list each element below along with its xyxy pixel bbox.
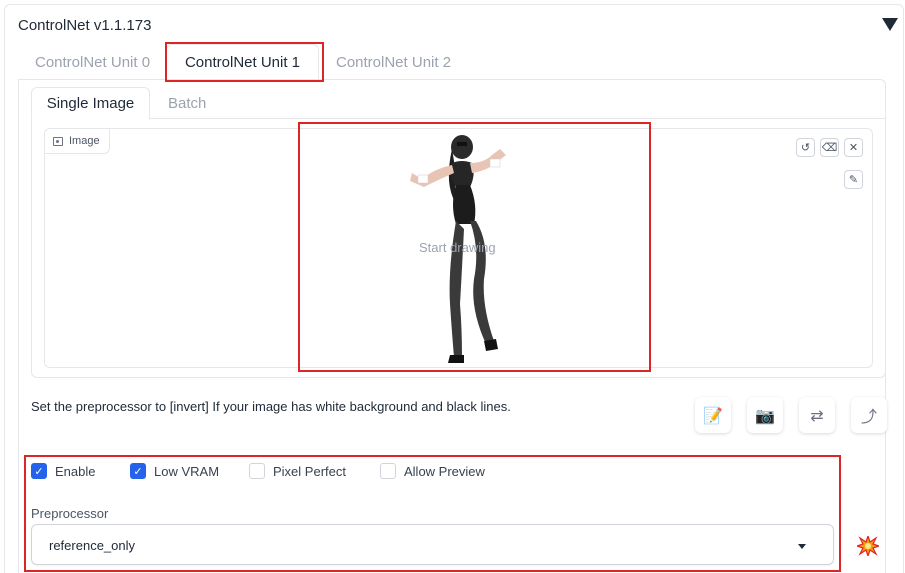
tab-batch[interactable]: Batch — [168, 95, 206, 112]
checkbox-label: Enable — [55, 463, 96, 479]
low-vram-checkbox[interactable]: ✓ Low VRAM — [130, 462, 219, 480]
preprocessor-label: Preprocessor — [31, 506, 109, 521]
camera-icon[interactable]: 📷 — [747, 397, 783, 433]
checkbox-box[interactable] — [249, 463, 265, 479]
checkbox-box[interactable]: ✓ — [31, 463, 47, 479]
camera-glyph: 📷 — [755, 405, 775, 425]
preprocessor-dropdown[interactable]: reference_only — [31, 524, 834, 565]
pixel-perfect-checkbox[interactable]: Pixel Perfect — [249, 462, 346, 480]
eraser-icon[interactable]: ⌫ — [820, 138, 839, 157]
image-label: Image — [45, 129, 110, 154]
image-icon — [53, 136, 63, 146]
notepad-icon[interactable]: 📝 — [695, 397, 731, 433]
panel-title[interactable]: ControlNet v1.1.173 — [18, 17, 151, 34]
undo-icon[interactable]: ↺ — [796, 138, 815, 157]
brush-icon[interactable]: ✎ — [844, 170, 863, 189]
chevron-down-icon — [798, 544, 806, 549]
hint-text: Set the preprocessor to [invert] If your… — [31, 399, 511, 414]
tab-controlnet-unit-2[interactable]: ControlNet Unit 2 — [336, 54, 451, 71]
enable-checkbox[interactable]: ✓ Enable — [31, 462, 95, 480]
checkbox-label: Allow Preview — [404, 463, 485, 479]
preprocessor-value: reference_only — [49, 538, 135, 553]
tab-controlnet-unit-0[interactable]: ControlNet Unit 0 — [35, 54, 150, 71]
triangle-down-icon[interactable] — [882, 18, 898, 31]
notepad-glyph: 📝 — [703, 405, 723, 425]
checkbox-label: Pixel Perfect — [273, 463, 346, 479]
close-icon[interactable]: ✕ — [844, 138, 863, 157]
allow-preview-checkbox[interactable]: Allow Preview — [380, 462, 485, 480]
tab-controlnet-unit-1[interactable]: ControlNet Unit 1 — [166, 44, 319, 80]
image-label-text: Image — [69, 135, 100, 147]
curved-arrow-glyph: ⤴ — [860, 407, 877, 426]
checkbox-box[interactable]: ✓ — [130, 463, 146, 479]
explosion-icon[interactable] — [857, 536, 879, 556]
checkbox-box[interactable] — [380, 463, 396, 479]
swap-glyph: ⇄ — [810, 405, 824, 425]
tab-single-image[interactable]: Single Image — [31, 87, 150, 120]
curved-arrow-icon[interactable]: ⤴ — [851, 397, 887, 433]
checkbox-label: Low VRAM — [154, 463, 220, 479]
canvas-placeholder: Start drawing — [419, 240, 496, 255]
swap-icon[interactable]: ⇄ — [799, 397, 835, 433]
